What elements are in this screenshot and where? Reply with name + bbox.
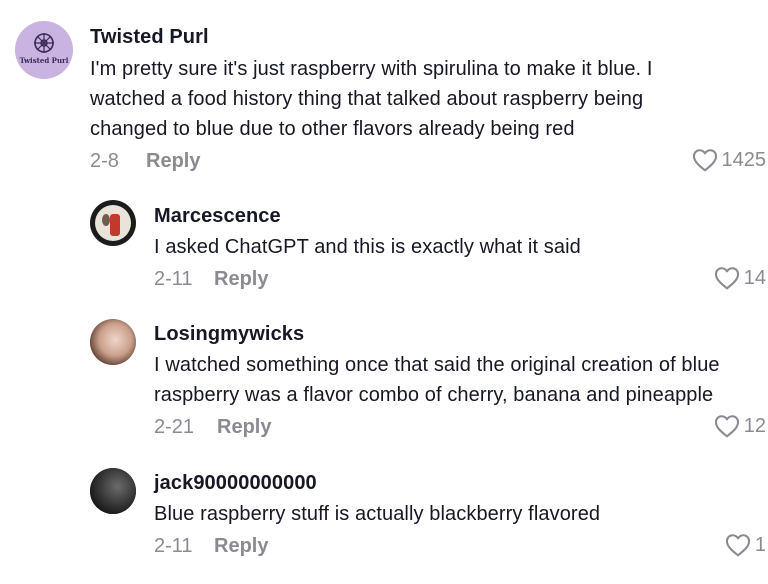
- comment-username[interactable]: Losingmywicks: [154, 323, 304, 346]
- avatar-logo-text: Twisted Purl: [19, 56, 69, 65]
- comment-text-line: changed to blue due to other flavors alr…: [90, 118, 575, 140]
- avatar[interactable]: Twisted Purl: [15, 21, 73, 79]
- comment-text-line: watched a food history thing that talked…: [90, 88, 644, 110]
- avatar-image: [90, 468, 136, 514]
- avatar[interactable]: [90, 200, 136, 246]
- like-count: 1425: [721, 148, 767, 171]
- comment-username[interactable]: Marcescence: [154, 205, 281, 228]
- reply-button[interactable]: Reply: [217, 416, 271, 439]
- avatar[interactable]: [90, 319, 136, 365]
- comment-username[interactable]: Twisted Purl: [90, 26, 209, 49]
- reply-button[interactable]: Reply: [214, 268, 268, 291]
- reply-button[interactable]: Reply: [214, 535, 268, 558]
- heart-outline-icon: [714, 415, 739, 438]
- like-count: 1: [754, 533, 766, 556]
- comment-username[interactable]: jack90000000000: [154, 472, 317, 495]
- comment-text: I watched something once that said the o…: [154, 350, 720, 410]
- comment-text-line: I asked ChatGPT and this is exactly what…: [154, 236, 581, 258]
- heart-outline-icon: [725, 534, 750, 557]
- like-button[interactable]: 12: [714, 414, 766, 438]
- heart-outline-icon: [692, 149, 717, 172]
- like-button[interactable]: 1425: [692, 148, 767, 172]
- comment-text: I'm pretty sure it's just raspberry with…: [90, 54, 653, 144]
- heart-outline-icon: [714, 267, 739, 290]
- avatar-image-detail: [102, 214, 110, 226]
- wheel-logo-icon: [34, 33, 54, 53]
- like-button[interactable]: 1: [725, 533, 766, 557]
- reply-button[interactable]: Reply: [146, 150, 200, 173]
- comment-date: 2-11: [154, 268, 193, 290]
- comment-text-line: Blue raspberry stuff is actually blackbe…: [154, 503, 601, 525]
- like-button[interactable]: 14: [714, 266, 766, 290]
- avatar[interactable]: [90, 468, 136, 514]
- avatar-image-detail: [110, 214, 120, 236]
- comment-text-line: raspberry was a flavor combo of cherry, …: [154, 384, 714, 406]
- like-count: 12: [743, 414, 766, 437]
- comment-date: 2-8: [90, 150, 119, 172]
- comment-text-line: I watched something once that said the o…: [154, 354, 720, 376]
- comment-text: I asked ChatGPT and this is exactly what…: [154, 232, 581, 262]
- avatar-image: [90, 319, 136, 365]
- comment-text-line: I'm pretty sure it's just raspberry with…: [90, 58, 653, 80]
- like-count: 14: [743, 266, 766, 289]
- comment-text: Blue raspberry stuff is actually blackbe…: [154, 499, 600, 529]
- comment-date: 2-11: [154, 535, 193, 557]
- comment-date: 2-21: [154, 416, 195, 438]
